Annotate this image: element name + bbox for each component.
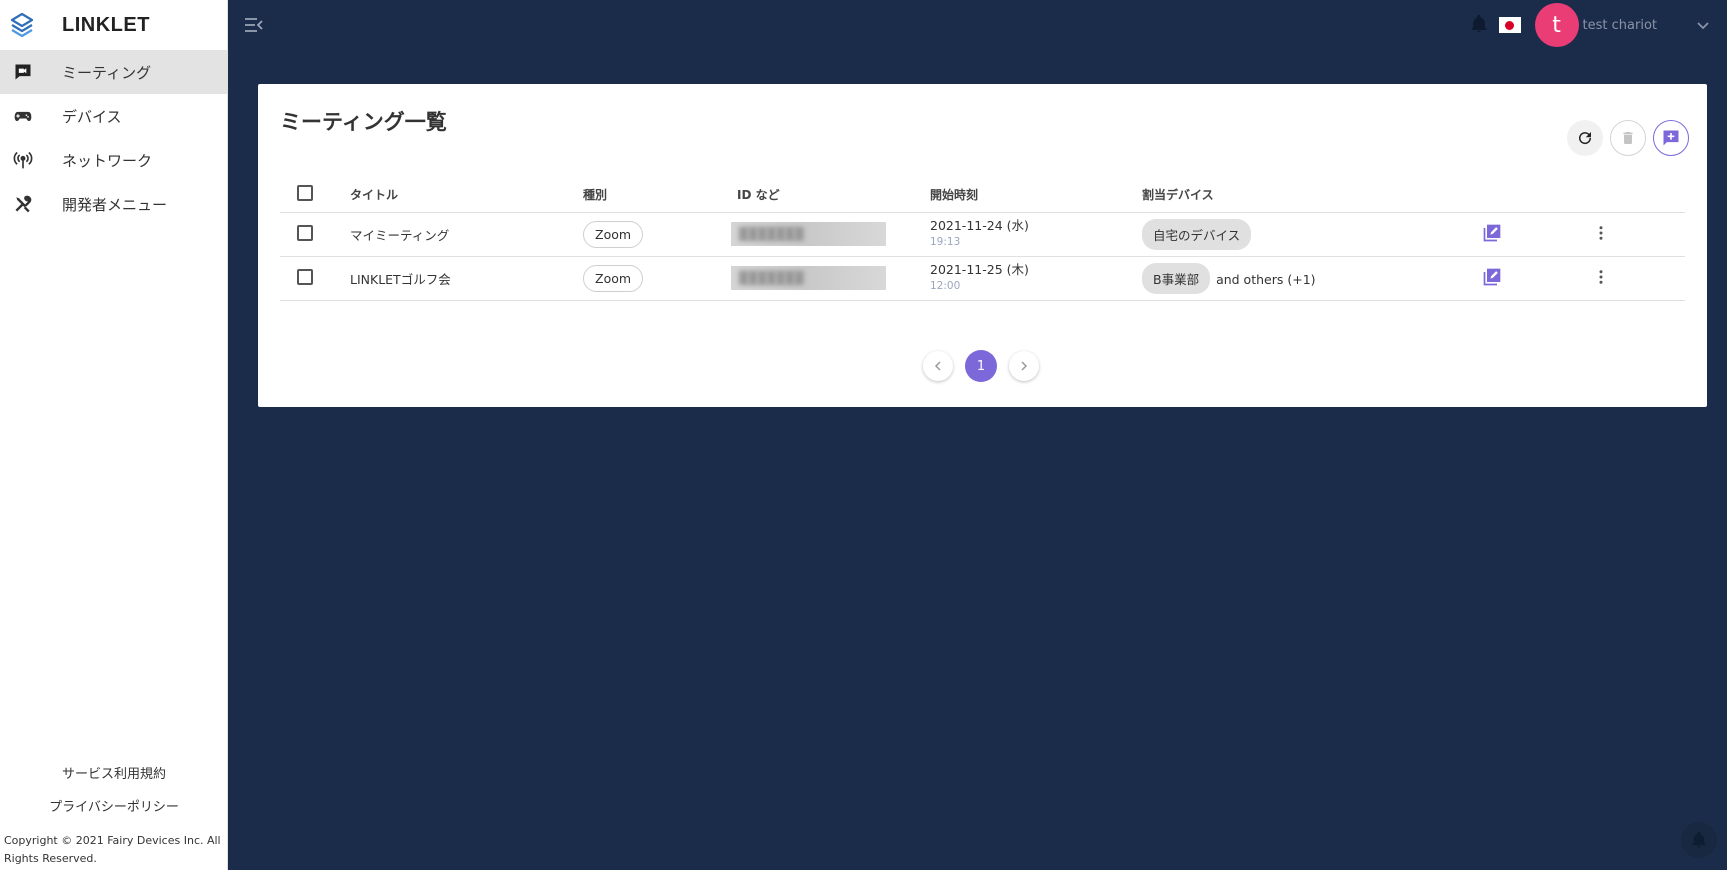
add-meeting-button[interactable] [1653,120,1689,156]
device-chip: 自宅のデバイス [1142,218,1252,250]
sidebar-item-network[interactable]: ネットワーク [0,138,227,182]
meeting-type-chip: Zoom [583,220,644,248]
chevron-down-icon[interactable] [1695,17,1711,33]
device-others: and others (+1) [1216,271,1316,287]
card-actions [1567,120,1689,156]
table-row[interactable]: マイミーティング Zoom ███████ 2021-11-24 (水) 19:… [280,212,1685,257]
edit-icon[interactable] [1482,223,1502,243]
menu-collapse-icon[interactable] [244,16,264,34]
sidebar-item-label: デバイス [62,107,122,126]
tools-icon [12,193,34,215]
row-checkbox[interactable] [297,268,313,285]
meetings-table: タイトル 種別 ID など 開始時刻 割当デバイス マイミーティング Zoom … [280,184,1685,301]
avatar[interactable]: t [1534,3,1579,47]
bell-icon [1692,831,1706,848]
column-assigned-device: 割当デバイス [1142,184,1482,213]
sidebar-item-meetings[interactable]: ミーティング [0,50,227,94]
sidebar-item-label: ミーティング [62,63,152,82]
terms-of-service-link[interactable]: サービス利用規約 [0,758,228,791]
more-vertical-icon[interactable] [1592,224,1610,242]
meeting-title[interactable]: LINKLETゴルフ会 [350,256,583,301]
user-name[interactable]: test chariot [1583,18,1657,33]
refresh-icon [1579,132,1592,145]
meeting-id-redacted: ███████ [731,222,886,246]
delete-icon [1623,132,1633,144]
meeting-type-chip: Zoom [583,264,644,292]
meetings-card: ミーティング一覧 タイトル 種別 ID など 開始時刻 割当デバイス マイミーテ… [258,84,1707,407]
flag-sun [1505,20,1515,30]
chevron-left-icon [934,361,941,371]
video-camera-icon [12,61,34,83]
app-name: LINKLET [62,13,150,36]
select-all-checkbox[interactable] [297,185,313,202]
refresh-button[interactable] [1567,120,1603,156]
start-time: 19:13 [930,236,961,248]
current-page-button[interactable]: 1 [965,350,997,382]
copyright: Copyright © 2021 Fairy Devices Inc. All … [4,834,221,865]
delete-button[interactable] [1610,120,1646,156]
column-type: 種別 [583,184,737,213]
pagination: 1 [923,350,1039,382]
broadcast-tower-icon [12,149,34,171]
add-meeting-icon [1663,130,1679,146]
start-time: 12:00 [930,280,961,292]
next-page-button[interactable] [1009,351,1039,381]
sidebar: LINKLET ミーティング デバイス ネットワーク 開発者メニュー サービス利… [0,0,228,870]
sidebar-item-devices[interactable]: デバイス [0,94,227,138]
start-date: 2021-11-24 (水) [930,218,1029,233]
row-checkbox[interactable] [297,224,313,241]
linklet-logo-icon [10,13,34,37]
sidebar-item-label: ネットワーク [62,151,153,170]
brand[interactable]: LINKLET [0,0,227,50]
gamepad-icon [12,105,34,127]
bell-icon[interactable] [1469,14,1491,36]
sidebar-item-developer-menu[interactable]: 開発者メニュー [0,182,227,226]
sidebar-item-label: 開発者メニュー [62,195,168,214]
notification-fab[interactable] [1681,822,1717,858]
meeting-title[interactable]: マイミーティング [350,212,583,257]
column-title: タイトル [350,184,583,213]
topbar-user-area: t test chariot [1469,0,1727,50]
start-date: 2021-11-25 (木) [930,262,1029,277]
sidebar-footer: サービス利用規約 プライバシーポリシー Copyright © 2021 Fai… [0,758,228,870]
chevron-right-icon [1021,361,1028,371]
table-header-row: タイトル 種別 ID など 開始時刻 割当デバイス [280,184,1685,213]
previous-page-button[interactable] [923,351,953,381]
edit-icon[interactable] [1482,267,1502,287]
more-vertical-icon[interactable] [1592,268,1610,286]
column-id: ID など [737,184,930,213]
meeting-id-redacted: ███████ [731,266,886,290]
privacy-policy-link[interactable]: プライバシーポリシー [0,791,228,824]
japan-flag-icon[interactable] [1498,17,1521,33]
table-row[interactable]: LINKLETゴルフ会 Zoom ███████ 2021-11-25 (木) … [280,256,1685,301]
column-start-time: 開始時刻 [930,184,1142,213]
page-title: ミーティング一覧 [280,110,447,134]
device-chip: B事業部 [1142,262,1211,294]
